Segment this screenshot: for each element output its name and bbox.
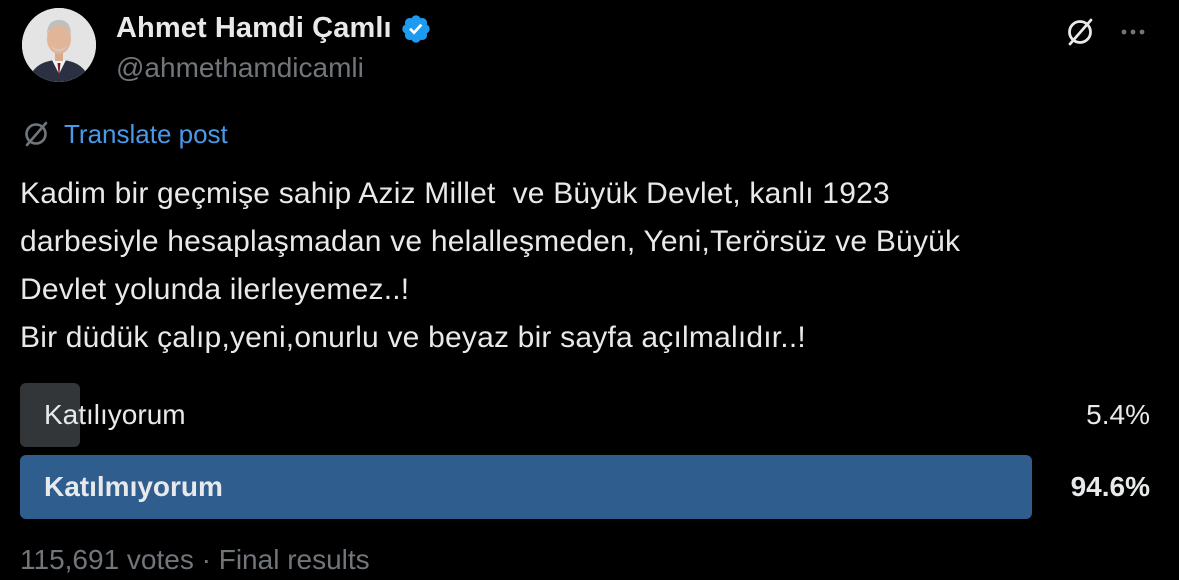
translate-post-label[interactable]: Translate post — [64, 119, 228, 150]
more-horizontal-icon[interactable] — [1115, 14, 1151, 50]
poll-option-percent: 94.6% — [1070, 471, 1150, 502]
poll-footer-separator: · — [193, 544, 219, 575]
poll-status: Final results — [218, 544, 370, 575]
handle[interactable]: @ahmethamdicamli — [116, 52, 364, 84]
post-text-line: Devlet yolunda ilerleyemez..! — [20, 273, 410, 306]
post-text-line: Kadim bir geçmişe sahip Aziz Millet ve B… — [20, 177, 890, 210]
poll-option-percent: 5.4% — [1086, 399, 1150, 430]
display-name-row: Ahmet Hamdi Çamlı — [116, 12, 432, 45]
grok-icon[interactable] — [1062, 14, 1098, 50]
verified-badge-icon[interactable] — [400, 13, 432, 45]
grok-icon — [25, 121, 48, 147]
poll-option-label: Katılmıyorum — [44, 471, 223, 502]
poll-footer: 115,691 votes · Final results — [20, 544, 370, 576]
poll-option-label: Katılıyorum — [44, 399, 186, 430]
translate-post-link[interactable]: Translate post — [20, 118, 228, 150]
post-header: Ahmet Hamdi Çamlı @ahmethamdicamli — [22, 8, 1162, 88]
poll-option: Katılmıyorum 94.6% — [20, 455, 1160, 519]
post-text-line: darbesiyle hesaplaşmadan ve helalleşmede… — [20, 225, 961, 258]
post-text: Kadim bir geçmişe sahip Aziz Millet ve B… — [20, 170, 1160, 362]
poll: Katılıyorum 5.4% Katılmıyorum 94.6% — [20, 383, 1160, 527]
poll-option: Katılıyorum 5.4% — [20, 383, 1160, 447]
avatar[interactable] — [22, 8, 96, 82]
post-text-line: Bir düdük çalıp,yeni,onurlu ve beyaz bir… — [20, 321, 806, 354]
display-name[interactable]: Ahmet Hamdi Çamlı — [116, 12, 392, 45]
avatar-photo — [22, 8, 96, 82]
poll-vote-count: 115,691 votes — [20, 544, 194, 575]
